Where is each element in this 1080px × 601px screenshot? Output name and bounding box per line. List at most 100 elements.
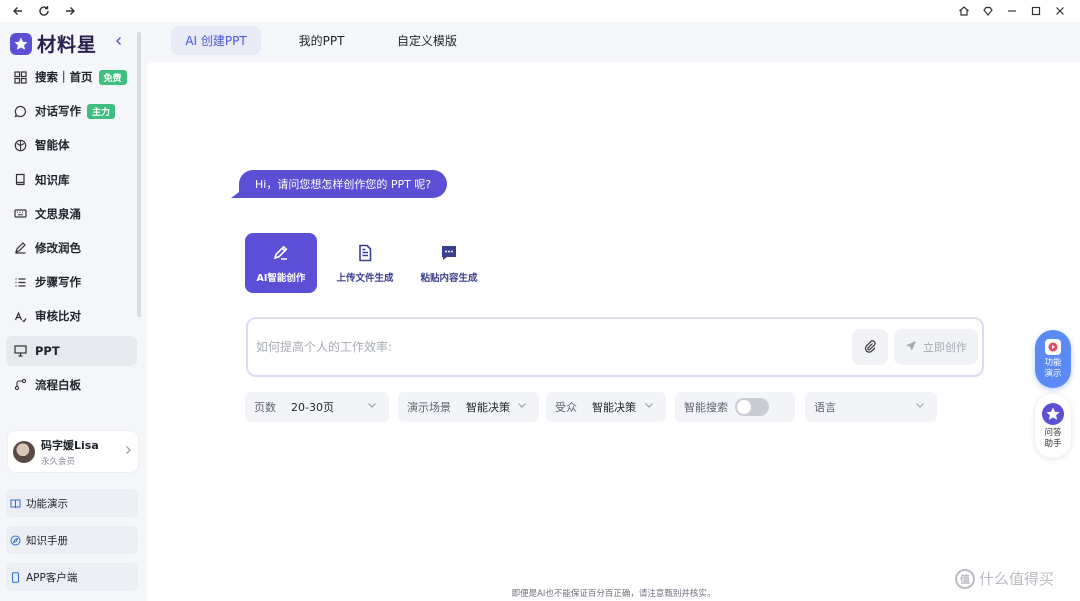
audience-select[interactable]: 受众 智能决策 (546, 392, 666, 422)
sidebar-item-label: 搜索｜首页 (35, 70, 93, 84)
sidebar-item-review-compare[interactable]: 审核比对 (6, 301, 137, 331)
forward-icon[interactable] (62, 3, 78, 19)
sidebar-item-label: 智能体 (35, 138, 70, 153)
scene-value: 智能决策 (466, 401, 510, 414)
maximize-icon[interactable] (1028, 3, 1044, 19)
message-dots-icon (439, 243, 459, 263)
free-badge: 免费 (98, 69, 127, 85)
back-icon[interactable] (10, 3, 26, 19)
grid-icon (13, 70, 27, 84)
send-icon (905, 340, 917, 355)
chevron-down-icon (517, 400, 527, 413)
star-logo-icon (10, 32, 32, 55)
book-icon (13, 173, 27, 187)
audience-value: 智能决策 (592, 401, 636, 414)
smart-search-label: 智能搜索 (684, 401, 728, 414)
sidebar-item-step-writing[interactable]: 步骤写作 (6, 267, 137, 297)
sidebar-item-flow-whiteboard[interactable]: 流程白板 (6, 370, 137, 400)
smart-search-toggle[interactable] (735, 398, 769, 416)
agent-icon (13, 138, 27, 152)
pages-label: 页数 (254, 401, 276, 414)
list-icon (13, 275, 27, 289)
mode-label: 粘贴内容生成 (420, 272, 478, 284)
tab-custom-template[interactable]: 自定义模版 (387, 26, 467, 55)
sidebar-item-chat-writing[interactable]: 对话写作 主力 (6, 96, 137, 126)
sidebar-item-inspiration[interactable]: 文思泉涌 (6, 199, 137, 229)
chevron-right-icon (124, 445, 132, 458)
keyboard-icon (13, 207, 27, 221)
greeting-bubble: Hi，请问您想怎样创作您的 PPT 呢? (239, 170, 448, 198)
pen-icon (13, 241, 27, 255)
sidebar-item-label: 知识库 (35, 172, 70, 187)
pages-select[interactable]: 页数 20-30页 (245, 392, 389, 422)
float-help-label-2: 助手 (1044, 438, 1062, 449)
sidebar-item-label: 对话写作 (35, 104, 81, 119)
pages-value: 20-30页 (291, 401, 334, 414)
qa-assistant-float-button[interactable]: 问答 助手 (1035, 394, 1071, 458)
sidebar-item-label: 文思泉涌 (35, 206, 81, 221)
feature-demo-link[interactable]: 功能演示 (6, 489, 138, 517)
sidebar-item-agent[interactable]: 智能体 (6, 130, 137, 160)
create-now-button[interactable]: 立即创作 (894, 329, 978, 365)
chat-icon (13, 104, 27, 118)
avatar (13, 440, 35, 463)
app-logo[interactable]: 材料星 (10, 30, 97, 57)
sidebar-scrollbar[interactable] (137, 32, 141, 317)
user-name: 码字媛Lisa (41, 438, 99, 452)
mode-ai-create[interactable]: AI智能创作 (245, 233, 317, 293)
mode-label: 上传文件生成 (336, 272, 394, 284)
float-demo-label-2: 演示 (1044, 368, 1062, 379)
sidebar-item-ppt[interactable]: PPT (6, 335, 137, 366)
bottom-item-label: APP客户端 (26, 571, 78, 584)
language-select[interactable]: 语言 (805, 392, 937, 422)
tab-ai-create-ppt[interactable]: AI 创建PPT (171, 26, 261, 55)
float-demo-label-1: 功能 (1044, 357, 1062, 368)
sidebar-item-polish[interactable]: 修改润色 (6, 233, 137, 263)
attach-button[interactable] (852, 329, 888, 365)
book-open-icon (9, 497, 21, 509)
create-now-label: 立即创作 (923, 341, 967, 354)
sidebar-nav: 搜索｜首页 免费 对话写作 主力 智能体 知识库 文思泉涌 修改润色 步骤写作 … (6, 62, 137, 404)
diamond-icon[interactable] (980, 3, 996, 19)
prompt-input[interactable] (256, 319, 836, 375)
close-icon[interactable] (1052, 3, 1068, 19)
ai-disclaimer: 即便是AI也不能保证百分百正确，请注意甄别并核实。 (511, 589, 716, 599)
float-help-label-1: 问答 (1044, 427, 1062, 438)
knowledge-manual-link[interactable]: 知识手册 (6, 526, 138, 554)
video-icon (1045, 338, 1061, 355)
document-icon (355, 243, 375, 263)
refresh-icon[interactable] (36, 3, 52, 19)
mode-paste-content[interactable]: 粘贴内容生成 (413, 233, 485, 293)
flow-icon (13, 378, 27, 392)
watermark-text: 什么值得买 (979, 570, 1055, 588)
ai-pen-icon (271, 243, 291, 263)
sidebar-item-knowledge-base[interactable]: 知识库 (6, 165, 137, 195)
mode-upload-file[interactable]: 上传文件生成 (329, 233, 401, 293)
app-client-link[interactable]: APP客户端 (6, 563, 138, 591)
user-profile-card[interactable]: 码字媛Lisa 永久会员 (8, 431, 138, 472)
minimize-icon[interactable] (1004, 3, 1020, 19)
presentation-icon (13, 344, 27, 358)
home-icon[interactable] (956, 3, 972, 19)
paperclip-icon (863, 339, 877, 356)
watermark-logo-icon: 值 (955, 568, 975, 589)
top-tabs: AI 创建PPT 我的PPT 自定义模版 (147, 22, 1080, 62)
main-badge: 主力 (87, 103, 116, 119)
sidebar-item-label: 审核比对 (35, 309, 81, 324)
sidebar-item-search-home[interactable]: 搜索｜首页 免费 (6, 62, 137, 92)
sidebar-item-label: 修改润色 (35, 240, 81, 255)
sidebar-item-label: 流程白板 (35, 377, 81, 392)
collapse-sidebar-icon[interactable] (114, 34, 124, 50)
chevron-down-icon (367, 400, 377, 413)
compare-icon (13, 309, 27, 323)
membership-label: 永久会员 (41, 456, 76, 467)
tab-my-ppt[interactable]: 我的PPT (284, 26, 359, 55)
phone-icon (9, 571, 21, 583)
scene-label: 演示场景 (407, 401, 451, 414)
assistant-star-icon (1042, 402, 1064, 425)
scene-select[interactable]: 演示场景 智能决策 (398, 392, 539, 422)
watermark: 值 什么值得买 (955, 568, 1054, 589)
prompt-box: 立即创作 (246, 317, 984, 377)
language-label: 语言 (814, 401, 836, 414)
feature-demo-float-button[interactable]: 功能 演示 (1035, 330, 1071, 388)
